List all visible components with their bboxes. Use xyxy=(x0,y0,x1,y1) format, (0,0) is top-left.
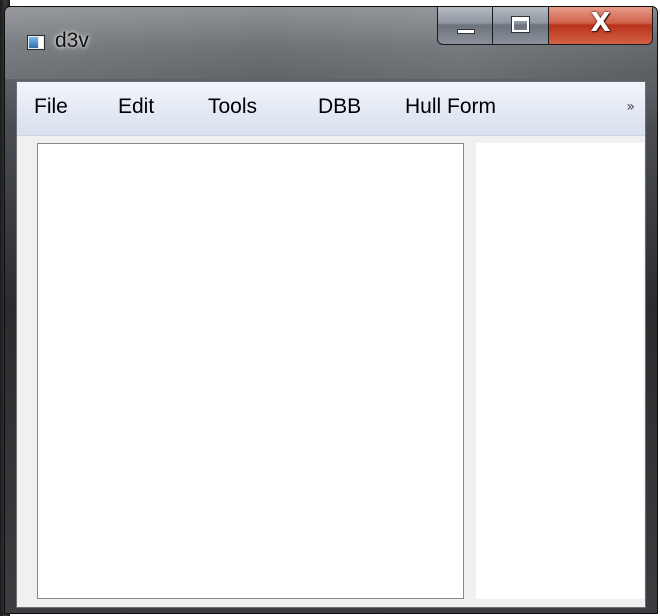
minimize-button[interactable] xyxy=(437,7,493,45)
close-button[interactable]: X xyxy=(549,7,653,45)
menu-hull-form[interactable]: Hull Form xyxy=(403,95,498,119)
maximize-button[interactable] xyxy=(493,7,549,45)
app-icon[interactable] xyxy=(27,35,45,50)
app-window: d3v X File Edit Tools DBB Hull Form » xyxy=(4,6,658,614)
side-panel[interactable] xyxy=(476,143,644,599)
maximize-icon xyxy=(511,16,530,33)
close-icon: X xyxy=(590,8,611,38)
menu-edit[interactable]: Edit xyxy=(116,95,156,119)
minimize-icon xyxy=(457,29,475,34)
menu-bar: File Edit Tools DBB Hull Form » xyxy=(17,82,645,136)
menu-tools[interactable]: Tools xyxy=(206,95,259,119)
client-area: File Edit Tools DBB Hull Form » xyxy=(16,81,646,608)
desktop-background: d3v X File Edit Tools DBB Hull Form » xyxy=(0,0,660,616)
caption-buttons: X xyxy=(437,7,653,47)
menu-file[interactable]: File xyxy=(32,95,70,119)
main-view-panel[interactable] xyxy=(37,143,464,599)
window-title: d3v xyxy=(55,29,89,52)
menu-dbb[interactable]: DBB xyxy=(316,95,363,119)
menu-overflow-chevron-icon[interactable]: » xyxy=(626,99,635,115)
